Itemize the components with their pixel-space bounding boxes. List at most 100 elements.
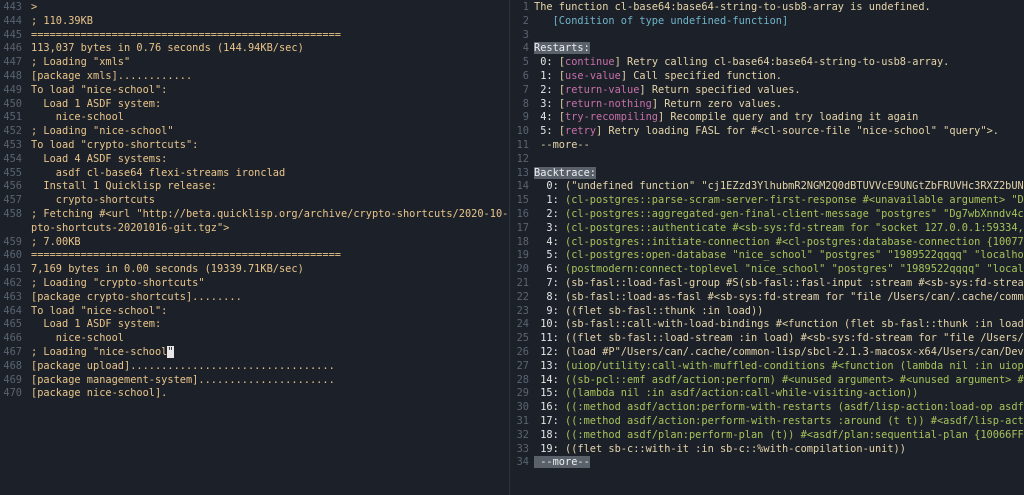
- debugger-line: 28 14: ((sb-pcl::emf asdf/action:perform…: [510, 374, 1024, 388]
- text-segment: The function cl-base64:base64-string-to-…: [534, 1, 931, 13]
- debugger-pane[interactable]: 1 The function cl-base64:base64-string-to…: [510, 0, 1024, 495]
- debugger-line: 8 3: [return-nothing] Return zero values…: [510, 98, 1024, 112]
- debugger-line: 33 19: ((flet sb-c::with-it :in sb-c::%w…: [510, 443, 1024, 457]
- repl-line: 446 113,037 bytes in 0.76 seconds (144.94…: [0, 42, 509, 56]
- line-number: 461: [3, 263, 22, 276]
- debugger-line-text: 2: (cl-postgres::aggregated-gen-final-cl…: [534, 208, 1024, 222]
- section-header: Restarts:: [534, 42, 590, 55]
- text-segment: (sb-fasl::load-as-fasl #<sb-sys:fd-strea…: [565, 290, 1024, 303]
- line-number: 27: [516, 359, 529, 372]
- line-number: 9: [522, 111, 529, 124]
- repl-output-pane[interactable]: 443 >444 ; 110.39KB 445 ====================…: [0, 0, 509, 495]
- debugger-line-text: 18: ((:method asdf/plan:perform-plan (t)…: [534, 429, 1024, 443]
- line-number: 19: [516, 249, 529, 262]
- line-number: 11: [516, 139, 529, 151]
- line-number: 456: [3, 180, 22, 193]
- line-number: 8: [522, 97, 529, 110]
- repl-line: pto-shortcuts-20201016-git.tgz">: [0, 222, 509, 236]
- restart-name[interactable]: continue: [565, 56, 615, 68]
- text-segment: ] Return specified values.: [639, 83, 801, 96]
- restart-name[interactable]: try-recompiling: [565, 111, 658, 123]
- text-segment: ((:method asdf/action:perform-with-resta…: [565, 415, 1024, 427]
- debugger-line-text: The function cl-base64:base64-string-to-…: [534, 1, 931, 15]
- repl-line-text: [package crypto-shortcuts]........: [31, 290, 242, 303]
- text-segment: ((:method asdf/plan:perform-plan (t)) #<…: [565, 428, 1024, 441]
- debugger-line-text: 14: ((sb-pcl::emf asdf/action:perform) #…: [534, 374, 1024, 388]
- debugger-line: 11 --more--: [510, 139, 1024, 153]
- repl-line: 461 7,169 bytes in 0.00 seconds (19339.71…: [0, 263, 509, 277]
- text-segment: 3:: [534, 97, 559, 110]
- repl-line: 456 Install 1 Quicklisp release:: [0, 180, 509, 194]
- repl-line-text: ; Loading "crypto-shortcuts": [31, 277, 205, 289]
- line-number: 29: [516, 387, 529, 400]
- line-number: 31: [516, 415, 529, 427]
- line-number: 13: [516, 166, 529, 179]
- section-header: Backtrace:: [534, 166, 596, 179]
- repl-line-text: [package upload]........................…: [31, 359, 335, 372]
- debugger-line: 22 8: (sb-fasl::load-as-fasl #<sb-sys:fd…: [510, 291, 1024, 305]
- debugger-line-text: 12: (load #P"/Users/can/.cache/common-li…: [534, 346, 1024, 360]
- debugger-line-text: 9: ((flet sb-fasl::thunk :in load)): [534, 305, 763, 319]
- repl-line-text: To load "nice-school":: [31, 83, 168, 96]
- repl-line-text: ; Loading "xmls": [31, 56, 131, 69]
- debugger-line: 21 7: (sb-fasl::load-fasl-group #S(sb-fa…: [510, 277, 1024, 291]
- text-segment: (postmodern:connect-toplevel "nice_schoo…: [565, 263, 1024, 276]
- text-segment: ("undefined function" "cj1EZzd3YlhubmR2N…: [565, 180, 1024, 193]
- repl-line-text: crypto-shortcuts: [31, 194, 155, 207]
- repl-line-text: To load "nice-school":: [31, 304, 168, 317]
- debugger-line-text: 4: (cl-postgres::initiate-connection #<c…: [534, 236, 1024, 250]
- line-number: 25: [516, 332, 529, 345]
- repl-line-text: ; Loading "nice-school": [31, 125, 174, 138]
- repl-line-text: ========================================…: [31, 28, 341, 41]
- line-number: 15: [516, 194, 529, 207]
- text-segment: ] Retry loading FASL for #<cl-source-fil…: [596, 125, 999, 138]
- debugger-line-text: 3: (cl-postgres::authenticate #<sb-sys:f…: [534, 222, 1024, 236]
- line-number: 468: [3, 359, 22, 372]
- line-number: 16: [516, 208, 529, 220]
- text-segment: ] Call specified function.: [620, 70, 782, 82]
- line-number: 22: [516, 290, 529, 303]
- line-number: 24: [516, 318, 529, 331]
- debugger-line-text: 13: (uiop/utility:call-with-muffled-cond…: [534, 360, 1024, 374]
- text-segment: (cl-postgres:open-database "nice_school"…: [565, 249, 1024, 262]
- line-number: 32: [516, 428, 529, 441]
- line-number: 463: [3, 290, 22, 303]
- text-segment: (cl-postgres::aggregated-gen-final-clien…: [565, 208, 1024, 220]
- repl-line-text: [package xmls]............: [31, 70, 193, 82]
- repl-line: 454 Load 4 ASDF systems:: [0, 153, 509, 167]
- line-number: 23: [516, 304, 529, 317]
- section-header[interactable]: --more--: [534, 456, 590, 469]
- repl-line: 470 [package nice-school].: [0, 387, 509, 401]
- line-number: 454: [3, 152, 22, 165]
- line-number: 34: [516, 456, 529, 469]
- restart-name[interactable]: return-nothing: [565, 98, 652, 110]
- text-segment: 10:: [534, 318, 565, 331]
- text-segment: ((flet sb-c::with-it :in sb-c::%with-com…: [565, 442, 906, 455]
- line-number: 3: [522, 28, 529, 41]
- repl-line: 447 ; Loading "xmls": [0, 56, 509, 70]
- debugger-line: 15 1: (cl-postgres::parse-scram-server-f…: [510, 194, 1024, 208]
- restart-name[interactable]: use-value: [565, 70, 621, 82]
- line-number: 17: [516, 221, 529, 234]
- restart-name[interactable]: retry: [565, 125, 596, 137]
- text-segment: 2:: [534, 208, 565, 220]
- repl-line-text: Install 1 Quicklisp release:: [31, 180, 217, 193]
- line-number: 450: [3, 97, 22, 110]
- text-segment[interactable]: --more--: [534, 139, 590, 151]
- line-number: 4: [522, 42, 529, 55]
- restart-name[interactable]: return-value: [565, 84, 639, 96]
- text-segment: ] Retry calling cl-base64:base64-string-…: [614, 56, 950, 69]
- text-cursor[interactable]: ": [167, 346, 174, 358]
- repl-line: 468 [package upload].....................…: [0, 360, 509, 374]
- debugger-line: 13 Backtrace:: [510, 166, 1024, 181]
- repl-line-text: nice-school: [31, 332, 124, 345]
- line-number: 18: [516, 235, 529, 248]
- debugger-line-text: 15: ((lambda nil :in asdf/action:call-wh…: [534, 387, 918, 401]
- text-segment: ((lambda nil :in asdf/action:call-while-…: [565, 387, 919, 400]
- debugger-line-text: 11: ((flet sb-fasl::load-stream :in load…: [534, 332, 1024, 346]
- repl-line: 466 nice-school: [0, 332, 509, 346]
- debugger-line: 4 Restarts:: [510, 42, 1024, 56]
- debugger-line-text: Backtrace:: [534, 166, 596, 181]
- repl-line: 452 ; Loading "nice-school": [0, 125, 509, 139]
- text-segment: 19:: [534, 442, 565, 455]
